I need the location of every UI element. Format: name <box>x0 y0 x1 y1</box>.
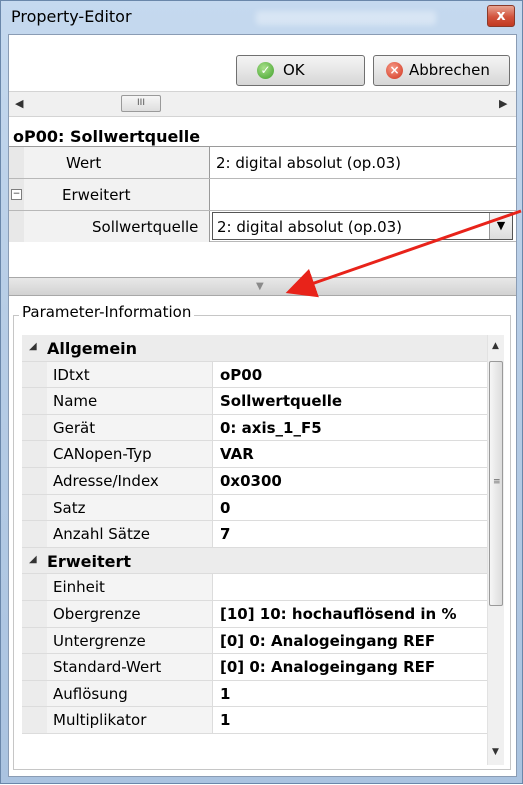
vertical-scroll-thumb[interactable]: ≡ <box>489 361 503 606</box>
item-label: IDtxt <box>53 365 90 384</box>
category-label: Erweitert <box>47 551 131 571</box>
list-item[interactable]: Obergrenze [10] 10: hochauflösend in % <box>22 600 487 628</box>
list-item[interactable]: Gerät 0: axis_1_F5 <box>22 414 487 442</box>
grid-label-cell: Sollwertquelle <box>24 211 210 242</box>
list-item[interactable]: Auflösung 1 <box>22 680 487 708</box>
grid-label-cell: Erweitert <box>24 179 210 210</box>
grid-value: 2: digital absolut (op.03) <box>216 154 402 172</box>
item-value: [0] 0: Analogeingang REF <box>220 631 436 650</box>
item-value: 7 <box>220 525 231 544</box>
toolbar: ✓ OK × Abbrechen <box>9 35 516 91</box>
item-label: Satz <box>53 498 86 517</box>
grid-label: Sollwertquelle <box>92 218 199 236</box>
item-label: Multiplikator <box>53 711 147 730</box>
vertical-scrollbar[interactable]: ▲ ≡ ▼ <box>487 335 504 765</box>
item-label: Einheit <box>53 578 105 597</box>
dropdown-value: 2: digital absolut (op.03) <box>217 218 403 236</box>
item-value: Sollwertquelle <box>220 392 343 411</box>
item-label: Standard-Wert <box>53 658 162 677</box>
grip-icon: ≡ <box>493 477 501 487</box>
row-gutter <box>9 147 25 178</box>
x-circle-icon: × <box>386 62 403 79</box>
item-label: CANopen-Typ <box>53 445 152 464</box>
grid-label: Erweitert <box>62 186 131 204</box>
grid-label-cell: Wert <box>24 147 210 178</box>
item-value: 1 <box>220 711 231 730</box>
item-value: [10] 10: hochauflösend in % <box>220 604 457 623</box>
item-label: Adresse/Index <box>53 471 159 490</box>
row-gutter: − <box>9 179 25 210</box>
item-label: Anzahl Sätze <box>53 525 150 544</box>
list-item[interactable]: Multiplikator 1 <box>22 707 487 734</box>
item-label: Untergrenze <box>53 631 146 650</box>
list-item[interactable]: Name Sollwertquelle <box>22 388 487 415</box>
list-item[interactable]: Adresse/Index 0x0300 <box>22 467 487 495</box>
list-item[interactable]: Standard-Wert [0] 0: Analogeingang REF <box>22 654 487 681</box>
horizontal-scroll-thumb[interactable]: III <box>121 95 161 112</box>
item-value: [0] 0: Analogeingang REF <box>220 658 436 677</box>
grid-row-erweitert[interactable]: − Erweitert <box>9 179 516 211</box>
list-item[interactable]: Anzahl Sätze 7 <box>22 521 487 548</box>
grid-value-cell <box>210 179 516 210</box>
property-grid: Wert 2: digital absolut (op.03) − Erweit… <box>9 146 516 242</box>
collapse-triangle-icon[interactable]: ◢ <box>29 341 37 352</box>
window-title: Property-Editor <box>11 7 132 26</box>
grid-value-cell[interactable]: 2: digital absolut (op.03) <box>210 147 516 178</box>
check-circle-icon: ✓ <box>257 62 274 79</box>
close-icon: x <box>496 8 506 24</box>
parameter-info-list: ◢ Allgemein IDtxt oP00 Name Sollwertquelle… <box>22 335 487 734</box>
collapse-arrow-icon[interactable]: ▼ <box>256 281 264 292</box>
list-item[interactable]: IDtxt oP00 <box>22 361 487 389</box>
cancel-button-label: Abbrechen <box>409 61 490 79</box>
item-label: Name <box>53 392 98 411</box>
list-item[interactable]: Satz 0 <box>22 494 487 522</box>
item-value: 1 <box>220 684 231 703</box>
parameter-info-legend: Parameter-Information <box>19 303 195 321</box>
row-gutter <box>9 211 25 242</box>
category-label: Allgemein <box>47 339 138 358</box>
category-allgemein[interactable]: ◢ Allgemein <box>22 335 487 362</box>
item-value: 0 <box>220 498 231 517</box>
grid-row-wert[interactable]: Wert 2: digital absolut (op.03) <box>9 147 516 179</box>
grid-label: Wert <box>66 154 102 172</box>
property-title: oP00: Sollwertquelle <box>13 127 201 146</box>
cancel-button[interactable]: × Abbrechen <box>373 55 510 86</box>
sollwertquelle-dropdown[interactable]: 2: digital absolut (op.03) ▼ <box>212 212 513 240</box>
horizontal-scrollbar[interactable]: ◀ III ▶ <box>9 91 516 117</box>
item-value: oP00 <box>220 365 263 384</box>
splitter-bar[interactable]: ▼ <box>9 277 516 296</box>
blurred-background-text <box>256 11 436 25</box>
list-item[interactable]: CANopen-Typ VAR <box>22 441 487 468</box>
item-label: Gerät <box>53 418 96 437</box>
title-bar[interactable]: Property-Editor x <box>1 1 522 33</box>
item-value: 0: axis_1_F5 <box>220 418 322 437</box>
list-item[interactable]: Untergrenze [0] 0: Analogeingang REF <box>22 627 487 655</box>
ok-button-label: OK <box>283 61 305 79</box>
item-value: VAR <box>220 445 254 464</box>
collapse-icon[interactable]: − <box>11 189 22 200</box>
ok-button[interactable]: ✓ OK <box>236 55 365 86</box>
scroll-down-icon[interactable]: ▼ <box>492 747 499 757</box>
chevron-down-icon[interactable]: ▼ <box>489 213 512 239</box>
collapse-triangle-icon[interactable]: ◢ <box>29 554 37 565</box>
item-label: Auflösung <box>53 684 128 703</box>
property-editor-window: Property-Editor x ✓ OK × Abbrechen ◀ III… <box>0 0 523 784</box>
grid-row-sollwertquelle[interactable]: Sollwertquelle 2: digital absolut (op.03… <box>9 211 516 242</box>
scroll-up-icon[interactable]: ▲ <box>492 341 499 351</box>
category-erweitert[interactable]: ◢ Erweitert <box>22 547 487 575</box>
item-value: 0x0300 <box>220 471 282 490</box>
scroll-right-icon[interactable]: ▶ <box>499 97 507 110</box>
scroll-left-icon[interactable]: ◀ <box>15 97 23 110</box>
list-item[interactable]: Einheit <box>22 574 487 601</box>
close-button[interactable]: x <box>487 5 515 27</box>
item-label: Obergrenze <box>53 604 141 623</box>
editor-client-area: ✓ OK × Abbrechen ◀ III ▶ oP00: Sollwertq… <box>8 34 517 777</box>
